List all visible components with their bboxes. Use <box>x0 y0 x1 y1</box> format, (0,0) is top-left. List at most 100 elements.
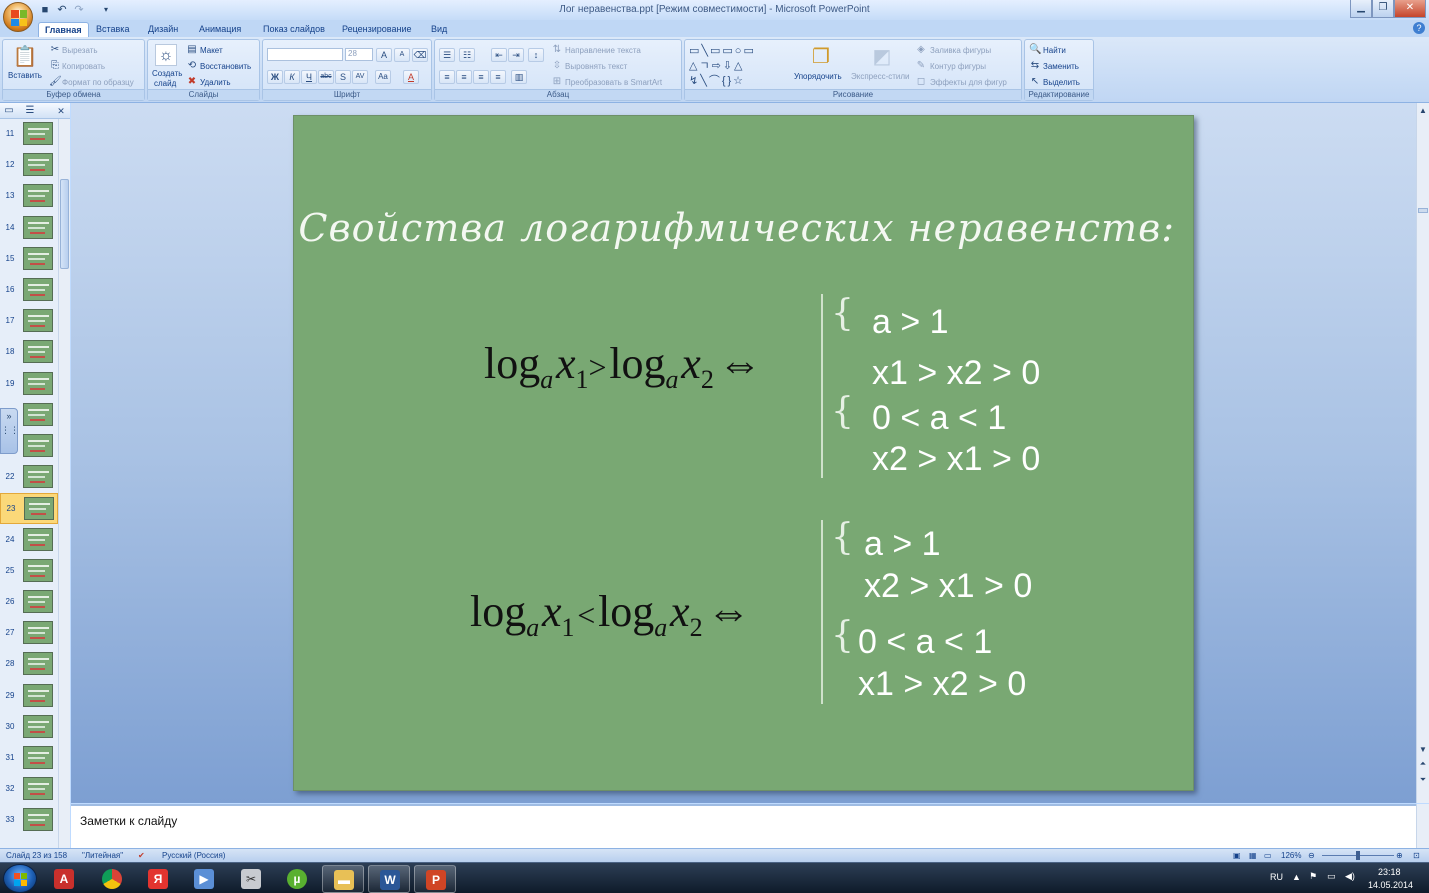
slide-thumbnail[interactable]: 28 <box>0 649 58 680</box>
slide-thumbnail-image[interactable] <box>23 683 53 707</box>
align-center-icon[interactable]: ≡ <box>456 70 472 84</box>
tab-view[interactable]: Вид <box>425 22 453 37</box>
decrease-indent-icon[interactable]: ⇤ <box>491 48 507 62</box>
slide-thumbnail-image[interactable] <box>23 527 53 551</box>
copy-button[interactable]: Копировать <box>62 62 105 71</box>
tab-home[interactable]: Главная <box>38 22 89 37</box>
change-case-icon[interactable]: Aa <box>375 70 391 84</box>
clock-time[interactable]: 23:18 <box>1378 867 1401 877</box>
char-spacing-icon[interactable]: AV <box>352 70 368 84</box>
shrink-font-icon[interactable]: A <box>394 48 410 62</box>
slide-thumbnail-image[interactable] <box>23 278 53 301</box>
condition-2-3[interactable]: 0 < a < 1 <box>858 623 992 662</box>
spellcheck-icon[interactable]: ✔ <box>138 851 145 860</box>
slide-thumbnail[interactable]: 32 <box>0 774 58 805</box>
close-panel-icon[interactable]: ✕ <box>55 105 67 117</box>
slide-thumbnail[interactable]: 19 <box>0 369 58 400</box>
quick-styles-button[interactable]: Экспресс-стили <box>851 72 910 81</box>
condition-2-4[interactable]: x1 > x2 > 0 <box>858 665 1026 704</box>
language-indicator[interactable]: Русский (Россия) <box>162 851 225 860</box>
slide-thumbnail-image[interactable] <box>23 465 53 489</box>
slide-thumbnail[interactable]: 24 <box>0 525 58 556</box>
slide-thumbnail-image[interactable] <box>23 340 53 364</box>
smartart-button[interactable]: Преобразовать в SmartArt <box>565 78 662 87</box>
strikethrough-icon[interactable]: abc <box>318 70 334 84</box>
reset-button[interactable]: Восстановить <box>200 62 251 71</box>
outline-tab-icon[interactable]: ☰ <box>24 105 36 117</box>
slides-tab-icon[interactable]: ▭ <box>3 105 15 117</box>
notes-pane[interactable]: Заметки к слайду <box>71 804 1416 848</box>
clock-date[interactable]: 14.05.2014 <box>1368 880 1413 890</box>
slide-thumbnail[interactable]: 27 <box>0 618 58 649</box>
new-slide-label-1[interactable]: Создать <box>152 69 182 78</box>
taskbar-app-word[interactable]: W <box>368 865 410 893</box>
slide-thumbnail-image[interactable] <box>23 122 53 145</box>
layout-button[interactable]: Макет <box>200 46 223 55</box>
formula-less[interactable]: loga x1 < loga x2⇔ <box>470 586 751 643</box>
condition-1-1[interactable]: a > 1 <box>872 303 949 342</box>
taskbar-app-powerpoint[interactable]: P <box>414 865 456 893</box>
tab-review[interactable]: Рецензирование <box>336 22 418 37</box>
next-slide-icon[interactable]: ⏷ <box>1418 775 1428 785</box>
delete-button[interactable]: Удалить <box>200 78 231 87</box>
arrange-icon[interactable]: ❐ <box>808 44 834 70</box>
tab-insert[interactable]: Вставка <box>90 22 135 37</box>
network-icon[interactable]: ▭ <box>1327 871 1336 882</box>
slide-thumbnail-image[interactable] <box>23 714 53 738</box>
slide-thumbnail-image[interactable] <box>23 652 53 676</box>
condition-1-4[interactable]: x2 > x1 > 0 <box>872 440 1040 479</box>
scroll-up-icon[interactable]: ▲ <box>1418 106 1428 116</box>
slide-scrollbar[interactable]: ▲ ▼ ⏶ ⏷ <box>1416 103 1429 803</box>
bold-icon[interactable]: Ж <box>267 70 283 84</box>
taskbar-app-media-player[interactable]: ▶ <box>183 865 225 893</box>
underline-icon[interactable]: Ч <box>301 70 317 84</box>
office-button[interactable] <box>3 2 33 32</box>
slide-thumbnail-image[interactable] <box>23 153 53 177</box>
slide-thumbnail-image[interactable] <box>23 371 53 395</box>
increase-indent-icon[interactable]: ⇥ <box>508 48 524 62</box>
new-slide-label-2[interactable]: слайд <box>154 79 176 88</box>
tab-animation[interactable]: Анимация <box>193 22 247 37</box>
panel-scroll-thumb[interactable] <box>60 179 69 269</box>
volume-icon[interactable]: ◀) <box>1345 871 1355 882</box>
slide-thumbnail[interactable]: 16 <box>0 275 58 306</box>
taskbar-app-utorrent[interactable]: µ <box>276 865 318 893</box>
shape-fill-button[interactable]: Заливка фигуры <box>930 46 991 55</box>
scroll-down-icon[interactable]: ▼ <box>1418 745 1428 755</box>
slide-thumbnail-image[interactable] <box>24 497 54 521</box>
slide-thumbnail-image[interactable] <box>23 777 53 801</box>
slide-thumbnail[interactable]: 13 <box>0 181 58 212</box>
slide-thumbnail[interactable]: 12 <box>0 150 58 181</box>
line-spacing-icon[interactable]: ↕ <box>528 48 544 62</box>
taskbar-app-pdf[interactable]: A <box>43 865 85 893</box>
arrange-button[interactable]: Упорядочить <box>794 72 842 81</box>
zoom-in-icon[interactable]: ⊕ <box>1396 851 1403 860</box>
font-name-combo[interactable] <box>267 48 343 61</box>
quick-styles-icon[interactable]: ◩ <box>869 44 895 70</box>
find-button[interactable]: Найти <box>1043 46 1066 55</box>
align-left-icon[interactable]: ≡ <box>439 70 455 84</box>
paste-button[interactable]: Вставить <box>8 71 42 80</box>
panel-splitter-handle[interactable]: » ⋮⋮ <box>0 408 19 454</box>
zoom-slider-thumb[interactable] <box>1356 851 1360 860</box>
format-painter-button[interactable]: Формат по образцу <box>62 78 134 87</box>
italic-icon[interactable]: К <box>284 70 300 84</box>
paste-icon[interactable]: 📋 <box>12 44 38 70</box>
notes-placeholder[interactable]: Заметки к слайду <box>80 814 177 828</box>
condition-1-3[interactable]: 0 < a < 1 <box>872 399 1006 438</box>
taskbar-app-explorer[interactable]: ▬ <box>322 865 364 893</box>
taskbar-app-chrome[interactable] <box>91 865 133 893</box>
justify-icon[interactable]: ≡ <box>490 70 506 84</box>
slide-thumbnail[interactable]: 18 <box>0 337 58 368</box>
slide-thumbnail[interactable]: 31 <box>0 743 58 774</box>
fit-to-window-icon[interactable]: ⊡ <box>1413 851 1420 860</box>
slide-thumbnail-image[interactable] <box>23 590 53 613</box>
taskbar-app-yandex[interactable]: Я <box>137 865 179 893</box>
condition-2-2[interactable]: x2 > x1 > 0 <box>864 567 1032 606</box>
language-tray[interactable]: RU <box>1270 872 1283 882</box>
slide-thumbnail-image[interactable] <box>23 746 53 769</box>
slide-thumbnail-image[interactable] <box>23 808 53 832</box>
previous-slide-icon[interactable]: ⏶ <box>1418 759 1428 769</box>
slide-thumbnail[interactable]: 29 <box>0 681 58 712</box>
zoom-level[interactable]: 126% <box>1281 851 1301 860</box>
